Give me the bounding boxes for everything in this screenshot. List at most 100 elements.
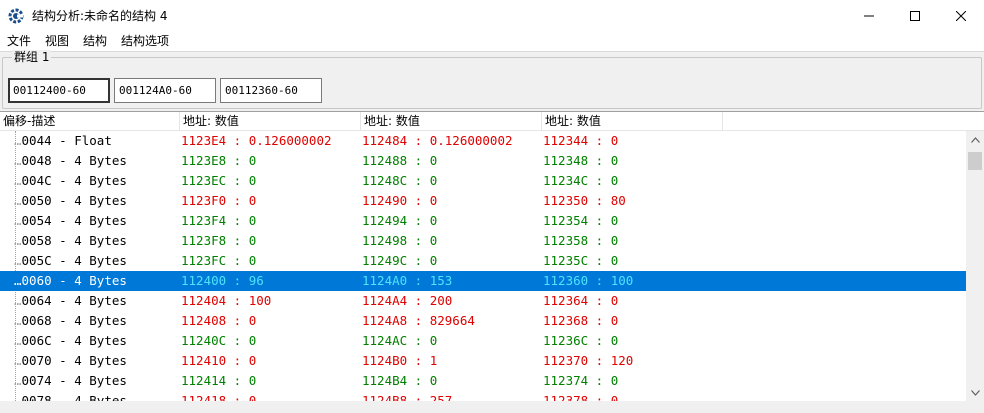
address-value-cell-3: 11235C : 0 xyxy=(543,253,619,268)
minimize-icon xyxy=(864,15,874,16)
tree-connector: … xyxy=(14,233,22,248)
offset-description-text: 0058 - 4 Bytes xyxy=(21,233,127,248)
table-row[interactable]: …0064 - 4 Bytes 112404 : 100 1124A4 : 200 1… xyxy=(0,291,966,311)
scroll-thumb[interactable] xyxy=(968,152,982,170)
offset-description-text: 0060 - 4 Bytes xyxy=(21,273,127,288)
address-value-cell-3: 112364 : 0 xyxy=(543,293,619,308)
address-value-cell-2: 1124A0 : 153 xyxy=(362,273,453,288)
address-value-cell-1: 1123EC : 0 xyxy=(181,173,257,188)
offset-description-cell: …0058 - 4 Bytes xyxy=(14,231,180,251)
offset-description-text: 005C - 4 Bytes xyxy=(21,253,127,268)
tree-connector: … xyxy=(14,133,22,148)
offset-description-cell: …0068 - 4 Bytes xyxy=(14,311,180,331)
header-address-value-1[interactable]: 地址: 数值 xyxy=(180,112,361,131)
tree-connector: … xyxy=(14,333,22,348)
address-value-cell-2: 112498 : 0 xyxy=(362,233,438,248)
menu-view[interactable]: 视图 xyxy=(38,31,76,51)
offset-description-text: 0054 - 4 Bytes xyxy=(21,213,127,228)
table-row[interactable]: …0058 - 4 Bytes 1123F8 : 0 112498 : 0 11235… xyxy=(0,231,966,251)
address-value-cell-3: 112348 : 0 xyxy=(543,153,619,168)
address-value-cell-1: 112410 : 0 xyxy=(181,353,257,368)
address-value-cell-2: 1124AC : 0 xyxy=(362,333,438,348)
tree-connector: … xyxy=(14,213,22,228)
tree-connector: … xyxy=(14,253,22,268)
minimize-button[interactable] xyxy=(846,0,892,31)
offset-description-cell: …005C - 4 Bytes xyxy=(14,251,180,271)
vertical-scrollbar[interactable] xyxy=(966,131,984,413)
tree-connector: … xyxy=(14,373,22,388)
menu-structure-options[interactable]: 结构选项 xyxy=(114,31,176,51)
table-row[interactable]: …006C - 4 Bytes 11240C : 0 1124AC : 0 11236… xyxy=(0,331,966,351)
table-row[interactable]: …0048 - 4 Bytes 1123E8 : 0 112488 : 0 11234… xyxy=(0,151,966,171)
table-row[interactable]: …0068 - 4 Bytes 112408 : 0 1124A8 : 829664… xyxy=(0,311,966,331)
address-field-2[interactable]: 001124A0-60 xyxy=(114,78,216,103)
offset-description-cell: …006C - 4 Bytes xyxy=(14,331,180,351)
tree-connector: … xyxy=(14,353,22,368)
address-value-cell-1: 112400 : 96 xyxy=(181,273,264,288)
tree-connector: … xyxy=(14,293,22,308)
address-value-cell-3: 112360 : 100 xyxy=(543,273,634,288)
tree-connector: … xyxy=(14,153,22,168)
maximize-button[interactable] xyxy=(892,0,938,31)
table-row[interactable]: …0044 - Float 1123E4 : 0.126000002 112484 … xyxy=(0,131,966,151)
address-value-cell-1: 112404 : 100 xyxy=(181,293,272,308)
table-row[interactable]: …0074 - 4 Bytes 112414 : 0 1124B4 : 0 11237… xyxy=(0,371,966,391)
offset-description-text: 0050 - 4 Bytes xyxy=(21,193,127,208)
table-row[interactable]: …0060 - 4 Bytes 112400 : 96 1124A0 : 153 11… xyxy=(0,271,966,291)
address-value-cell-3: 112358 : 0 xyxy=(543,233,619,248)
offset-description-cell: …0048 - 4 Bytes xyxy=(14,151,180,171)
offset-description-cell: …0064 - 4 Bytes xyxy=(14,291,180,311)
offset-description-text: 0064 - 4 Bytes xyxy=(21,293,127,308)
offset-description-text: 0048 - 4 Bytes xyxy=(21,153,127,168)
tree-connector: … xyxy=(14,273,22,288)
address-value-cell-3: 112370 : 120 xyxy=(543,353,634,368)
address-value-cell-1: 1123E8 : 0 xyxy=(181,153,257,168)
address-value-cell-1: 1123FC : 0 xyxy=(181,253,257,268)
address-value-cell-3: 112350 : 80 xyxy=(543,193,626,208)
offset-description-text: 0074 - 4 Bytes xyxy=(21,373,127,388)
table-row[interactable]: …0070 - 4 Bytes 112410 : 0 1124B0 : 1 11237… xyxy=(0,351,966,371)
offset-description-cell: …0074 - 4 Bytes xyxy=(14,371,180,391)
table-row[interactable]: …005C - 4 Bytes 1123FC : 0 11249C : 0 11235… xyxy=(0,251,966,271)
menu-file[interactable]: 文件 xyxy=(0,31,38,51)
chevron-down-icon xyxy=(970,389,980,396)
header-address-value-2[interactable]: 地址: 数值 xyxy=(361,112,542,131)
address-value-cell-2: 1124A8 : 829664 xyxy=(362,313,475,328)
window-title: 结构分析:未命名的结构 4 xyxy=(32,9,168,23)
group-panel: 群组 1 00112400-60 001124A0-60 00112360-60 xyxy=(0,50,984,111)
offset-description-cell: …0044 - Float xyxy=(14,131,180,151)
address-field-1[interactable]: 00112400-60 xyxy=(8,78,110,103)
address-value-cell-1: 11240C : 0 xyxy=(181,333,257,348)
column-headers: 偏移-描述 地址: 数值 地址: 数值 地址: 数值 xyxy=(0,111,984,131)
address-value-cell-1: 112408 : 0 xyxy=(181,313,257,328)
address-value-cell-2: 112494 : 0 xyxy=(362,213,438,228)
close-icon xyxy=(956,10,966,21)
header-offset-description[interactable]: 偏移-描述 xyxy=(0,112,180,131)
offset-description-cell: …0054 - 4 Bytes xyxy=(14,211,180,231)
address-value-cell-2: 11248C : 0 xyxy=(362,173,438,188)
address-value-cell-3: 112344 : 0 xyxy=(543,133,619,148)
table-row[interactable]: …0054 - 4 Bytes 1123F4 : 0 112494 : 0 11235… xyxy=(0,211,966,231)
close-button[interactable] xyxy=(938,0,984,31)
address-value-cell-3: 11234C : 0 xyxy=(543,173,619,188)
offset-description-cell: …0050 - 4 Bytes xyxy=(14,191,180,211)
address-value-cell-2: 112490 : 0 xyxy=(362,193,438,208)
header-address-value-3[interactable]: 地址: 数值 xyxy=(542,112,723,131)
tree-connector: … xyxy=(14,193,22,208)
scroll-up-button[interactable] xyxy=(966,131,984,148)
address-value-cell-3: 112368 : 0 xyxy=(543,313,619,328)
address-field-3[interactable]: 00112360-60 xyxy=(220,78,322,103)
title-bar: 结构分析:未命名的结构 4 xyxy=(0,0,984,31)
address-value-cell-2: 112484 : 0.126000002 xyxy=(362,133,513,148)
group-label: 群组 1 xyxy=(12,50,52,64)
offset-description-cell: …0070 - 4 Bytes xyxy=(14,351,180,371)
menu-structure[interactable]: 结构 xyxy=(76,31,114,51)
address-value-cell-2: 112488 : 0 xyxy=(362,153,438,168)
horizontal-scrollbar[interactable] xyxy=(0,401,966,413)
address-value-cell-2: 1124B4 : 0 xyxy=(362,373,438,388)
table-row[interactable]: …004C - 4 Bytes 1123EC : 0 11248C : 0 11234… xyxy=(0,171,966,191)
structure-list[interactable]: …0044 - Float 1123E4 : 0.126000002 112484 … xyxy=(0,131,966,413)
table-row[interactable]: …0050 - 4 Bytes 1123F0 : 0 112490 : 0 11235… xyxy=(0,191,966,211)
address-value-cell-3: 11236C : 0 xyxy=(543,333,619,348)
scroll-down-button[interactable] xyxy=(966,384,984,401)
